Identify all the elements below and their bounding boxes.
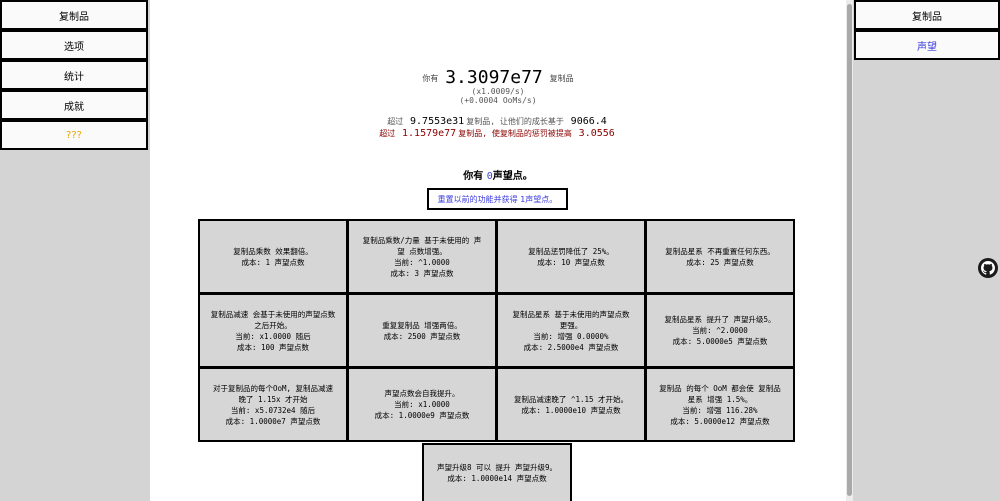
prestige-upgrade-1[interactable]: 复制品乘数 效果翻倍。 成本: 1 声望点数 <box>198 219 348 294</box>
upgrade-text: 复制品 的每个 OoM 都会使 复制品 星系 增强 1.5%。 当前: 增强 1… <box>659 383 781 426</box>
github-glyph <box>981 261 995 275</box>
nav-statistics[interactable]: 统计 <box>0 60 148 90</box>
prestige-upgrade-9[interactable]: 对于复制品的每个OoM, 复制品减速 晚了 1.15x 才开始 当前: x5.0… <box>198 367 348 442</box>
prestige-upgrade-6[interactable]: 重复复制品 增强两倍。 成本: 2500 声望点数 <box>347 293 497 368</box>
upgrade-text: 复制品星系 提升了 声望升级5。 当前: ^2.0000 成本: 5.0000e… <box>664 315 776 346</box>
prestige-prefix: 你有 <box>463 171 484 182</box>
subtab-replicanti[interactable]: 复制品 <box>854 0 1000 30</box>
upgrade-text: 复制品星系 不再重置任何东西。 成本: 25 声望点数 <box>665 246 775 267</box>
penalty-threshold: 1.1579e77 <box>402 128 457 139</box>
upgrade-text: 重复复制品 增强两倍。 成本: 2500 声望点数 <box>382 320 462 341</box>
upgrade-text: 复制品乘数/力量 基于未使用的 声望 点数增强。 当前: ^1.0000 成本:… <box>362 235 482 278</box>
growth-multiplier: (x1.0009/s) <box>471 87 525 96</box>
prestige-points-row: 你有 0声望点。 <box>150 167 846 182</box>
prestige-suffix: 声望点。 <box>492 171 533 182</box>
right-sidebar: 复制品 声望 <box>853 0 1000 501</box>
prestige-upgrade-11[interactable]: 复制品减速晚了 ^1.15 才开始。 成本: 1.0000e10 声望点数 <box>496 367 646 442</box>
nav-secret[interactable]: ??? <box>0 120 148 150</box>
growth-threshold-row: 超过 9.7553e31 复制品, 让他们的成长基于 9066.4 <box>150 116 846 127</box>
growth-ooms: (+0.0004 OoMs/s) <box>459 96 537 105</box>
prestige-upgrade-3[interactable]: 复制品惩罚降低了 25%。 成本: 10 声望点数 <box>496 219 646 294</box>
upgrade-text: 复制品减速 会基于未使用的声望点数 之后开始。 当前: x1.0000 随后 成… <box>210 309 336 352</box>
upgrade-text: 对于复制品的每个OoM, 复制品减速 晚了 1.15x 才开始 当前: x5.0… <box>212 383 334 426</box>
replicanti-unit: 复制品 <box>549 74 574 83</box>
prestige-upgrade-13[interactable]: 声望升级8 可以 提升 声望升级9。 成本: 1.0000e14 声望点数 <box>422 443 572 501</box>
prestige-reset-button[interactable]: 重置以前的功能并获得 1声望点。 <box>427 188 568 210</box>
main-panel: 你有 3.3097e77 复制品 (x1.0009/s) (+0.0004 Oo… <box>150 0 846 501</box>
upgrade-text: 声望点数会自我提升。 当前: x1.0000 成本: 1.0000e9 声望点数 <box>374 389 470 420</box>
growth-base: 9066.4 <box>570 116 607 127</box>
subtab-prestige[interactable]: 声望 <box>854 30 1000 60</box>
beyond-value: 9.7553e31 <box>410 116 465 127</box>
nav-replicanti[interactable]: 复制品 <box>0 0 148 30</box>
penalty-label: 超过 <box>379 129 396 138</box>
prestige-upgrade-8[interactable]: 复制品星系 提升了 声望升级5。 当前: ^2.0000 成本: 5.0000e… <box>645 293 795 368</box>
prestige-upgrade-4[interactable]: 复制品星系 不再重置任何东西。 成本: 25 声望点数 <box>645 219 795 294</box>
upgrade-text: 复制品减速晚了 ^1.15 才开始。 成本: 1.0000e10 声望点数 <box>513 394 629 415</box>
beyond-text: 复制品, 让他们的成长基于 <box>466 117 564 126</box>
prestige-upgrade-10[interactable]: 声望点数会自我提升。 当前: x1.0000 成本: 1.0000e9 声望点数 <box>347 367 497 442</box>
github-icon[interactable] <box>978 258 998 278</box>
scroll-thumb[interactable] <box>847 4 852 496</box>
prestige-upgrade-2[interactable]: 复制品乘数/力量 基于未使用的 声望 点数增强。 当前: ^1.0000 成本:… <box>347 219 497 294</box>
replicanti-amount-row: 你有 3.3097e77 复制品 <box>150 67 846 88</box>
prestige-upgrade-12[interactable]: 复制品 的每个 OoM 都会使 复制品 星系 增强 1.5%。 当前: 增强 1… <box>645 367 795 442</box>
penalty-row: 超过 1.1579e77 复制品, 使复制品的惩罚被提高 3.0556 <box>150 128 846 139</box>
replicanti-amount: 3.3097e77 <box>445 67 543 88</box>
prestige-upgrade-5[interactable]: 复制品减速 会基于未使用的声望点数 之后开始。 当前: x1.0000 随后 成… <box>198 293 348 368</box>
left-sidebar: 复制品 选项 统计 成就 ??? <box>0 0 150 501</box>
penalty-multiplier: 3.0556 <box>578 128 615 139</box>
prestige-upgrade-7[interactable]: 复制品星系 基于未使用的声望点数 更强。 当前: 增强 0.0000% 成本: … <box>496 293 646 368</box>
you-have-label: 你有 <box>422 74 439 83</box>
scrollbar[interactable] <box>846 0 853 501</box>
nav-achievements[interactable]: 成就 <box>0 90 148 120</box>
upgrade-text: 复制品乘数 效果翻倍。 成本: 1 声望点数 <box>233 246 313 267</box>
beyond-label: 超过 <box>387 117 404 126</box>
penalty-text: 复制品, 使复制品的惩罚被提高 <box>458 129 572 138</box>
nav-options[interactable]: 选项 <box>0 30 148 60</box>
upgrade-text: 复制品惩罚降低了 25%。 成本: 10 声望点数 <box>528 246 614 267</box>
upgrade-text: 声望升级8 可以 提升 声望升级9。 成本: 1.0000e14 声望点数 <box>436 463 558 483</box>
upgrade-text: 复制品星系 基于未使用的声望点数 更强。 当前: 增强 0.0000% 成本: … <box>512 309 630 352</box>
